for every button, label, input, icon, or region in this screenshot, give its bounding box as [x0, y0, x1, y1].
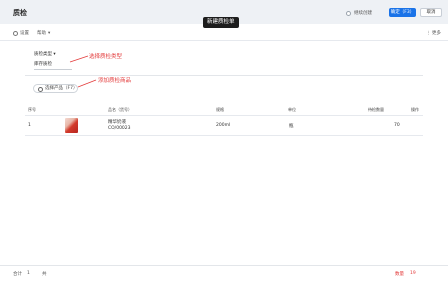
gear-icon: [13, 30, 18, 36]
type-select-value[interactable]: 库存质检: [34, 61, 72, 70]
settings-button[interactable]: 设置: [13, 30, 29, 36]
row-index: 1: [28, 123, 31, 128]
product-thumbnail: [65, 118, 78, 133]
col-index: 序号: [28, 107, 36, 112]
row-unit: 瓶: [289, 124, 294, 129]
col-unit: 单位: [288, 107, 296, 112]
col-qty: 待检数量: [368, 107, 384, 112]
footer-page-label: 共: [42, 272, 47, 277]
col-action: 操作: [411, 107, 419, 112]
footer-qty-value: 19: [410, 271, 416, 276]
section-divider: [25, 75, 423, 76]
settings-label: 设置: [20, 31, 29, 36]
chevron-down-icon: ▾: [48, 30, 51, 36]
col-spec: 规格: [216, 107, 224, 112]
header-bar: 质检 新建质检单 继续创建 确定（F3） 取消: [0, 0, 448, 28]
annotation-select-type: 选择质检类型: [89, 54, 123, 60]
continue-create-toggle[interactable]: 继续创建: [346, 10, 372, 16]
annotation-add-product: 添加质检商品: [98, 78, 132, 84]
footer-total-value: 1: [27, 271, 30, 276]
search-icon: [38, 87, 43, 92]
help-button[interactable]: 帮助 ▾: [37, 30, 51, 37]
col-name: 品名（货号）: [108, 107, 132, 112]
footer-qty-label: 数量: [395, 272, 404, 277]
help-label: 帮助: [37, 31, 46, 36]
table-divider-bottom: [25, 135, 423, 136]
footer-total-label: 合计: [13, 272, 22, 277]
row-spec: 200ml: [216, 123, 231, 128]
confirm-button[interactable]: 确定（F3）: [389, 8, 416, 17]
product-search-input[interactable]: 选择产品（F7）: [33, 84, 78, 93]
row-qty[interactable]: 70: [394, 123, 400, 128]
more-button[interactable]: ⋮ 更多: [426, 30, 441, 36]
page-title: 质检: [13, 9, 27, 17]
annotation-arrow-product: [77, 79, 97, 88]
more-label: ⋮ 更多: [426, 31, 441, 36]
continue-label: 继续创建: [354, 11, 372, 16]
continue-checkbox[interactable]: [346, 10, 351, 16]
type-select-label[interactable]: 质检类型 ▾: [34, 51, 56, 57]
cancel-button[interactable]: 取消: [420, 8, 442, 17]
footer-bar: 合计 1 共 数量 19: [0, 265, 448, 281]
table-header: 序号 品名（货号） 规格 单位 待检数量 操作: [0, 105, 448, 115]
row-product-sku: CO/00023: [108, 126, 131, 131]
search-placeholder: 选择产品（F7）: [45, 86, 78, 91]
annotation-arrow-type: [69, 55, 89, 63]
row-product-name: 精华奶液: [108, 120, 126, 125]
toolbar: 设置 帮助 ▾ ⋮ 更多: [0, 24, 448, 41]
